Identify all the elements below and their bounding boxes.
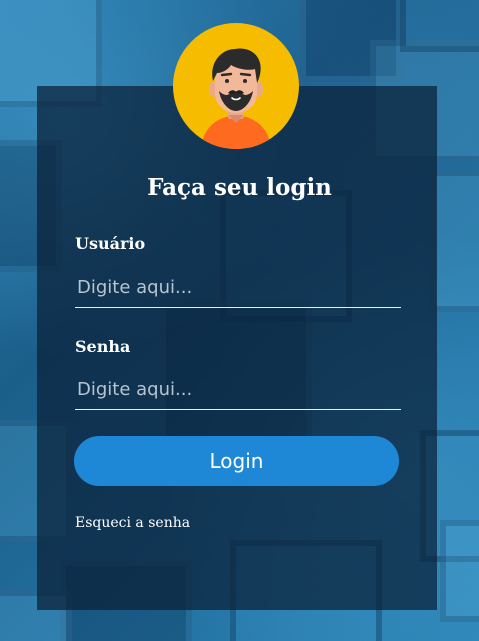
username-label: Usuário [75, 234, 146, 253]
forgot-password-link[interactable]: Esqueci a senha [75, 515, 190, 531]
password-field[interactable] [75, 370, 401, 410]
login-button[interactable]: Login [74, 436, 399, 486]
username-field[interactable] [75, 268, 401, 308]
user-avatar-icon [173, 23, 299, 149]
page-title: Faça seu login [147, 174, 332, 201]
password-label: Senha [75, 337, 131, 356]
